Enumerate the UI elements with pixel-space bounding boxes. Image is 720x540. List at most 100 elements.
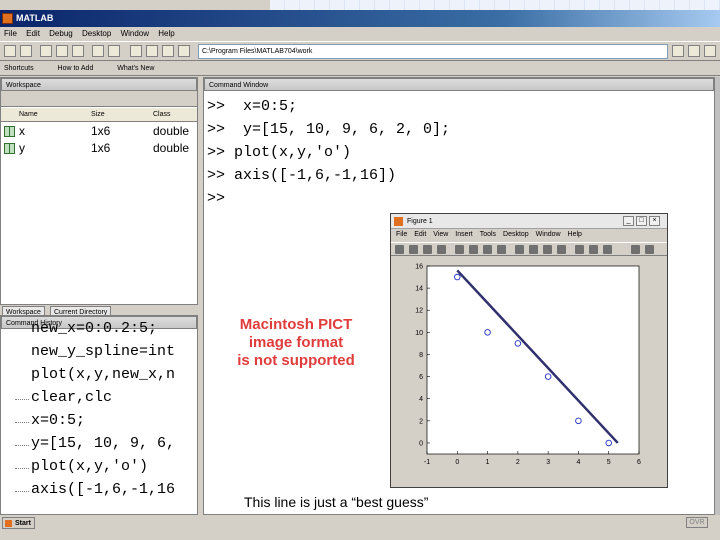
- redo-icon[interactable]: [108, 45, 120, 57]
- print-icon[interactable]: [437, 245, 446, 254]
- command-line: >> x=0:5;: [207, 98, 298, 115]
- workspace-header: Name Size Class: [1, 108, 197, 122]
- profiler-icon[interactable]: [162, 45, 174, 57]
- open-icon[interactable]: [409, 245, 418, 254]
- fig-menu-tools[interactable]: Tools: [480, 231, 496, 238]
- datatip-icon[interactable]: [575, 245, 584, 254]
- matrix-icon: [4, 126, 15, 137]
- command-line: >>: [207, 190, 226, 207]
- workspace-row[interactable]: x 1x6 double: [1, 123, 197, 139]
- rotate-icon[interactable]: [543, 245, 552, 254]
- command-history-panel: Command History new_x=0:0.2:5; new_y_spli…: [0, 315, 198, 515]
- pan-icon[interactable]: [557, 245, 566, 254]
- cut-icon[interactable]: [40, 45, 52, 57]
- maximize-icon[interactable]: □: [636, 216, 647, 226]
- help-icon[interactable]: [178, 45, 190, 57]
- simulink-icon[interactable]: [130, 45, 142, 57]
- text-icon[interactable]: [469, 245, 478, 254]
- x-tick-label: 0: [455, 459, 459, 466]
- col-size[interactable]: Size: [91, 108, 105, 122]
- command-scrollbar[interactable]: [715, 77, 720, 515]
- fig-menu-edit[interactable]: Edit: [414, 231, 426, 238]
- history-line[interactable]: clear,clc: [31, 389, 112, 406]
- fig-menu-desktop[interactable]: Desktop: [503, 231, 529, 238]
- menu-file[interactable]: File: [4, 29, 17, 38]
- fig-menu-insert[interactable]: Insert: [455, 231, 473, 238]
- shortcuts-link[interactable]: Shortcuts: [4, 65, 34, 72]
- menu-window[interactable]: Window: [121, 29, 149, 38]
- open-folder-icon[interactable]: [20, 45, 32, 57]
- new-file-icon[interactable]: [4, 45, 16, 57]
- undo-icon[interactable]: [92, 45, 104, 57]
- legend-icon[interactable]: [603, 245, 612, 254]
- col-class[interactable]: Class: [153, 108, 171, 122]
- history-line[interactable]: x=0:5;: [31, 412, 85, 429]
- dock-icon[interactable]: [631, 245, 640, 254]
- tree-connector: [15, 468, 29, 469]
- fig-menu-window[interactable]: Window: [536, 231, 561, 238]
- history-line[interactable]: plot(x,y,new_x,n: [31, 366, 175, 383]
- current-directory-field[interactable]: C:\Program Files\MATLAB704\work: [198, 44, 668, 59]
- line-icon[interactable]: [497, 245, 506, 254]
- col-name[interactable]: Name: [19, 108, 38, 122]
- up-folder-icon[interactable]: [704, 45, 716, 57]
- y-tick-label: 10: [415, 330, 423, 337]
- menu-edit[interactable]: Edit: [26, 29, 40, 38]
- x-tick-label: 6: [637, 459, 641, 466]
- save-icon[interactable]: [423, 245, 432, 254]
- y-tick-label: 2: [419, 418, 423, 425]
- y-tick-label: 14: [415, 286, 423, 293]
- y-tick-label: 12: [415, 308, 423, 315]
- tree-connector: [15, 399, 29, 400]
- axes-box: [426, 265, 640, 455]
- close-icon[interactable]: ×: [649, 216, 660, 226]
- history-line[interactable]: new_y_spline=int: [31, 343, 175, 360]
- figure-window: Figure 1 _ □ × File Edit View Insert Too…: [390, 213, 668, 488]
- tree-connector: [15, 422, 29, 423]
- history-line[interactable]: axis([-1,6,-1,16: [31, 481, 175, 498]
- zoom-out-icon[interactable]: [529, 245, 538, 254]
- menu-desktop[interactable]: Desktop: [82, 29, 111, 38]
- browse-folder-icon[interactable]: [688, 45, 700, 57]
- start-button[interactable]: Start: [2, 517, 35, 529]
- paste-icon[interactable]: [72, 45, 84, 57]
- fig-menu-view[interactable]: View: [433, 231, 448, 238]
- history-line[interactable]: plot(x,y,'o'): [31, 458, 148, 475]
- colorbar-icon[interactable]: [589, 245, 598, 254]
- command-window[interactable]: Command Window >> >> axis([-1,6,-1,16]) >>…: [203, 77, 715, 515]
- x-tick-label: -1: [424, 459, 430, 466]
- plot-area[interactable]: -1 0 1 2 3 4 5 60246810121416: [391, 256, 667, 488]
- shortcuts-bar: Shortcuts How to Add What's New: [0, 62, 720, 76]
- arrow-icon[interactable]: [483, 245, 492, 254]
- guide-icon[interactable]: [146, 45, 158, 57]
- fig-menu-help[interactable]: Help: [568, 231, 582, 238]
- dropdown-icon[interactable]: [672, 45, 684, 57]
- command-window-title: Command Window: [204, 78, 714, 91]
- copy-icon[interactable]: [56, 45, 68, 57]
- pointer-icon[interactable]: [455, 245, 464, 254]
- y-tick-label: 6: [419, 374, 423, 381]
- new-figure-icon[interactable]: [395, 245, 404, 254]
- y-tick-label: 16: [415, 264, 423, 271]
- figure-menu: File Edit View Insert Tools Desktop Wind…: [391, 229, 667, 241]
- whats-new-link[interactable]: What's New: [117, 65, 154, 72]
- title-bar: MATLAB: [0, 10, 720, 27]
- figure-toolbar: [391, 242, 667, 256]
- menu-debug[interactable]: Debug: [49, 29, 73, 38]
- history-line[interactable]: y=[15, 10, 9, 6,: [31, 435, 175, 452]
- var-name: x: [19, 124, 25, 138]
- fig-menu-file[interactable]: File: [396, 231, 407, 238]
- x-tick-label: 2: [516, 459, 520, 466]
- zoom-in-icon[interactable]: [515, 245, 524, 254]
- command-line: >> plot(x,y,'o'): [207, 144, 352, 161]
- plot-tools-icon[interactable]: [645, 245, 654, 254]
- workspace-row[interactable]: y 1x6 double: [1, 140, 197, 156]
- menu-help[interactable]: Help: [158, 29, 174, 38]
- how-to-add-link[interactable]: How to Add: [58, 65, 94, 72]
- app-title: MATLAB: [16, 13, 54, 23]
- minimize-icon[interactable]: _: [623, 216, 634, 226]
- var-name: y: [19, 141, 25, 155]
- history-line[interactable]: new_x=0:0.2:5;: [31, 320, 157, 337]
- y-tick-label: 0: [419, 440, 423, 447]
- screen: MATLAB File Edit Debug Desktop Window He…: [0, 0, 720, 540]
